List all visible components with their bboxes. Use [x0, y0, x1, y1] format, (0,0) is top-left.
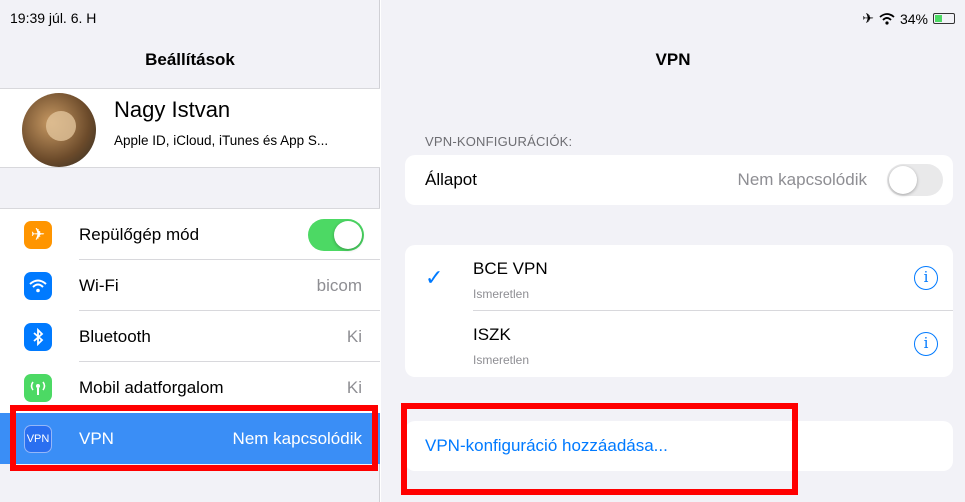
profile-subtitle: Apple ID, iCloud, iTunes és App S...: [114, 133, 329, 148]
status-label: Állapot: [425, 170, 477, 189]
info-icon[interactable]: i: [914, 332, 938, 356]
sidebar-item-label: Repülőgép mód: [79, 224, 200, 244]
cellular-icon: [24, 374, 52, 402]
section-header: VPN-KONFIGURÁCIÓK:: [425, 134, 573, 149]
status-value: Nem kapcsolódik: [737, 170, 867, 189]
vpn-config-name: ISZK: [473, 325, 511, 344]
vpn-config-status: Ismeretlen: [473, 353, 530, 367]
sidebar-item-label: Bluetooth: [79, 326, 151, 346]
vpn-config-bce[interactable]: ✓ BCE VPN Ismeretlen i: [405, 245, 953, 311]
sidebar-item-bluetooth[interactable]: Bluetooth Ki: [0, 311, 380, 362]
page-title: VPN: [655, 50, 691, 69]
highlight-box-vpn: [10, 405, 378, 471]
sidebar-item-value: bicom: [316, 275, 362, 295]
avatar: [22, 93, 96, 167]
settings-sidebar: 19:39 júl. 6. H Beállítások Nagy Istvan …: [0, 0, 380, 502]
battery-percent: 34%: [899, 10, 928, 27]
bluetooth-icon: [24, 323, 52, 351]
status-indicators: ✈ 34%: [862, 10, 955, 27]
airplane-toggle[interactable]: [308, 219, 364, 251]
info-icon[interactable]: i: [914, 266, 938, 290]
sidebar-item-label: Mobil adatforgalom: [79, 377, 224, 397]
toggle-knob: [334, 221, 362, 249]
vpn-config-name: BCE VPN: [473, 259, 548, 278]
highlight-box-add-config: [401, 403, 798, 495]
profile-name: Nagy Istvan: [114, 97, 231, 122]
battery-icon: [933, 13, 955, 24]
sidebar-item-wifi[interactable]: Wi-Fi bicom: [0, 260, 380, 311]
vpn-config-list: ✓ BCE VPN Ismeretlen i ISZK Ismeretlen i: [405, 245, 953, 377]
wifi-icon: [24, 272, 52, 300]
toggle-knob: [889, 166, 917, 194]
checkmark-icon: ✓: [425, 265, 444, 290]
vpn-connect-toggle[interactable]: [887, 164, 943, 196]
sidebar-item-value: Ki: [346, 377, 362, 397]
sidebar-item-label: Wi-Fi: [79, 275, 119, 295]
airplane-icon: ✈: [24, 221, 52, 249]
sidebar-item-value: Ki: [346, 326, 362, 346]
airplane-icon: ✈: [862, 10, 874, 26]
vpn-config-iszk[interactable]: ISZK Ismeretlen i: [405, 311, 953, 377]
status-time-date: 19:39 júl. 6. H: [10, 10, 97, 26]
sidebar-title: Beállítások: [145, 50, 235, 69]
apple-id-profile[interactable]: Nagy Istvan Apple ID, iCloud, iTunes és …: [0, 88, 380, 168]
wifi-icon: [879, 12, 895, 25]
vpn-status-row: Állapot Nem kapcsolódik: [405, 155, 953, 205]
sidebar-item-airplane[interactable]: ✈ Repülőgép mód: [0, 209, 380, 260]
vpn-config-status: Ismeretlen: [473, 287, 530, 301]
